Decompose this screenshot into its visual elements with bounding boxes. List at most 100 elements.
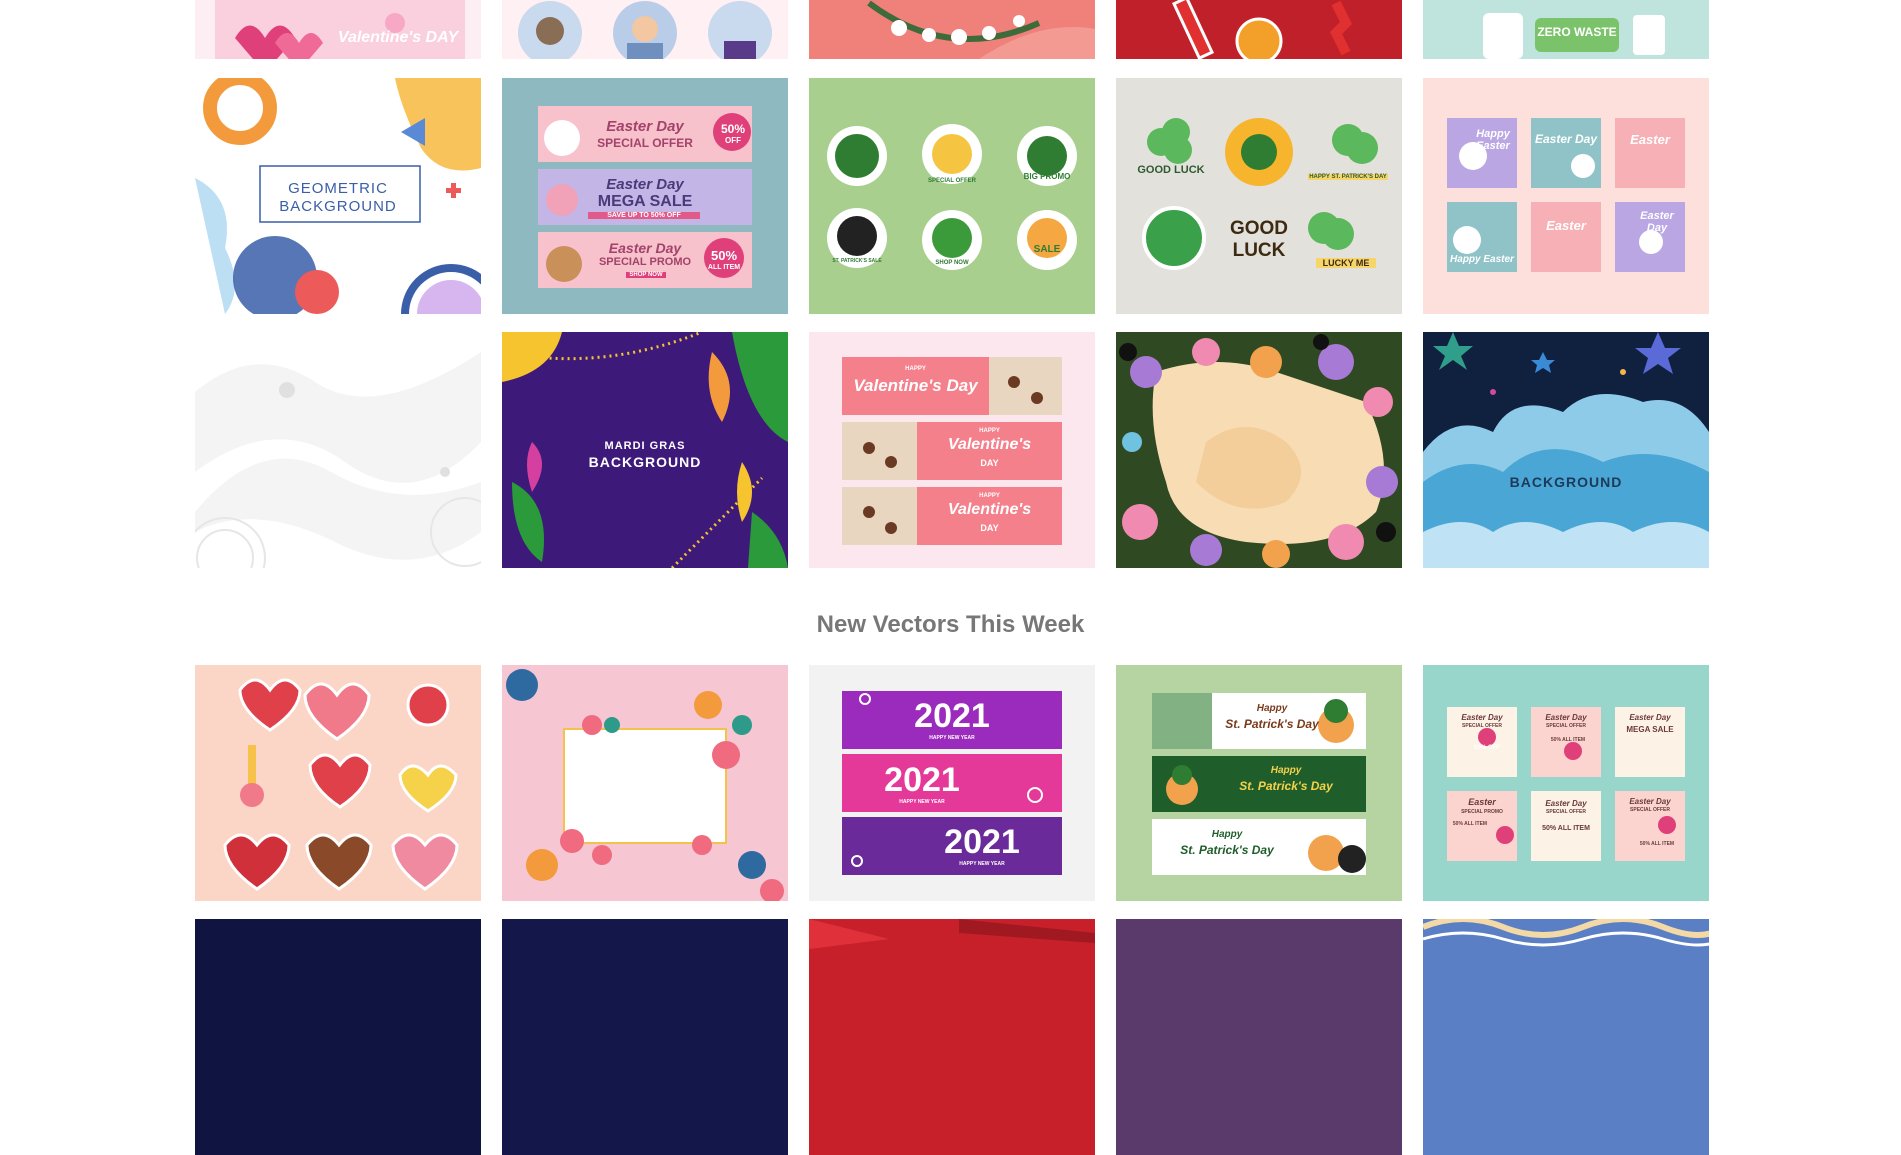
valentine-banner3-small: HAPPY (979, 493, 1000, 499)
chinese-new-year-illustration (1171, 0, 1353, 59)
easter-banner2-title: Easter Day (606, 176, 684, 193)
valentine-banner3-title: Valentine's (947, 501, 1032, 518)
easter-sale-4-title: Easter (1468, 797, 1496, 807)
tile-navy-dark[interactable] (195, 919, 481, 1155)
easter-sale-1-sub: SPECIAL OFFER (1462, 723, 1502, 729)
tile-new-year-2021[interactable]: 2021 HAPPY NEW YEAR 2021 HAPPY NEW YEAR … (809, 665, 1095, 901)
top-row-grid: Valentine's DAY ZERO WASTE (195, 0, 1709, 59)
tile-heart-stickers[interactable] (195, 665, 481, 901)
tile-white-waves[interactable] (195, 332, 481, 568)
easter-banner3-badge-sub: ALL ITEM (707, 264, 741, 271)
easter-sale-2-sub: SPECIAL OFFER (1546, 723, 1586, 729)
new-year-1-year: 2021 (914, 697, 990, 735)
patrick-badge-2: SPECIAL OFFER (928, 178, 976, 184)
floral-frame-illustration (506, 669, 784, 901)
tile-floral-frame-pink[interactable] (502, 665, 788, 901)
easter-post-2: Easter Day (1534, 132, 1598, 146)
floral-coral-illustration (867, 0, 1095, 59)
easter-post-6: Easter Day (1640, 210, 1674, 234)
mardi-gras-line2: BACKGROUND (588, 454, 702, 470)
heart-stickers-illustration (223, 678, 459, 891)
row2-grid: GEOMETRIC BACKGROUND Easter Day SPECIAL … (195, 78, 1709, 314)
tile-avatar-set[interactable] (502, 0, 788, 59)
easter-sale-1-title: Easter Day (1461, 713, 1503, 722)
zero-waste-label: ZERO WASTE (1537, 25, 1617, 39)
good-luck-c: HAPPY ST. PATRICK'S DAY (1308, 174, 1388, 180)
patrick-banner1-small: Happy (1256, 703, 1288, 714)
tile-valentine-banners[interactable]: HAPPY Valentine's Day HAPPY Valentine's … (809, 332, 1095, 568)
tile-sky-background[interactable]: BACKGROUND (1423, 332, 1709, 568)
easter-sale-4-sub: SPECIAL PROMO (1461, 809, 1503, 815)
easter-banner2-note: SAVE UP TO 50% OFF (588, 212, 700, 219)
mardi-gras-line1: MARDI GRAS (604, 440, 686, 452)
patrick-banner3-small: Happy (1211, 829, 1243, 840)
patrick-banner3-title: St. Patrick's Day (1180, 843, 1274, 857)
easter-post-4: Happy Easter (1450, 254, 1514, 265)
easter-banner3-button: SHOP NOW (626, 272, 666, 278)
easter-post-5: Easter (1546, 218, 1586, 233)
easter-sale-5-badge: 50% ALL ITEM (1542, 825, 1590, 832)
good-luck-b: GOOD LUCK (1229, 218, 1289, 261)
easter-post-1: Happy Easter (1476, 128, 1510, 152)
flower-frame-illustration (1119, 334, 1398, 568)
new-year-2-year: 2021 (884, 761, 960, 799)
tile-zero-waste[interactable]: ZERO WASTE (1423, 0, 1709, 59)
easter-banner2-sub: MEGA SALE (597, 193, 693, 210)
stpatricks-badges-illustration (827, 124, 1077, 270)
tile-chinese-new-year[interactable] (1116, 0, 1402, 59)
easter-sale-2-title: Easter Day (1545, 713, 1587, 722)
tile-geometric-background[interactable]: GEOMETRIC BACKGROUND (195, 78, 481, 314)
patrick-badge-3: BIG PROMO (1023, 172, 1071, 181)
easter-sale-6-title: Easter Day (1629, 797, 1671, 806)
tile-good-luck-stickers[interactable]: GOOD LUCK GOOD LUCK HAPPY ST. PATRICK'S … (1116, 78, 1402, 314)
tile-easter-banners[interactable]: Easter Day SPECIAL OFFER 50% OFF Easter … (502, 78, 788, 314)
red-pattern-illustration (809, 919, 1095, 949)
valentines-title: Valentine's DAY (337, 29, 459, 46)
easter-sale-5-sub: SPECIAL OFFER (1546, 809, 1586, 815)
valentine-banner1-title: Valentine's Day (853, 376, 978, 395)
tile-red-pattern[interactable] (809, 919, 1095, 1155)
easter-sale-5-title: Easter Day (1545, 799, 1587, 808)
easter-sale-3-title: Easter Day (1629, 713, 1671, 722)
blue-swirl-illustration (1423, 919, 1709, 947)
good-luck-illustration (1142, 118, 1378, 270)
tile-flower-frame[interactable] (1116, 332, 1402, 568)
new-vectors-grid: 2021 HAPPY NEW YEAR 2021 HAPPY NEW YEAR … (195, 665, 1709, 901)
tile-blue-swirl[interactable] (1423, 919, 1709, 1155)
tile-easter-posts[interactable]: Happy Easter Easter Day Easter Happy Eas… (1423, 78, 1709, 314)
sky-title: BACKGROUND (1509, 474, 1623, 490)
easter-sale-1-badge: 50% OFF (1474, 745, 1500, 751)
easter-sale-posts-frame (1447, 707, 1685, 861)
tile-floral-coral[interactable] (809, 0, 1095, 59)
tile-valentines-hearts[interactable]: Valentine's DAY (195, 0, 481, 59)
easter-sale-3-sub: MEGA SALE (1626, 725, 1674, 734)
easter-posts-illustration (1447, 118, 1685, 272)
geometric-line1: GEOMETRIC (288, 180, 388, 197)
valentine-banner2-title: Valentine's (947, 436, 1032, 453)
new-year-3-sub: HAPPY NEW YEAR (959, 861, 1005, 867)
patrick-banner2-title: St. Patrick's Day (1239, 779, 1333, 793)
valentine-banner2-day: DAY (980, 458, 999, 468)
tile-easter-sale-posts[interactable]: Easter Day SPECIAL OFFER 50% OFF Easter … (1423, 665, 1709, 901)
tile-stpatricks-badges[interactable]: SALE SPECIAL OFFER BIG PROMO ST. PATRICK… (809, 78, 1095, 314)
tile-purple-muted[interactable] (1116, 919, 1402, 1155)
easter-sale-6-badge: 50% ALL ITEM (1639, 841, 1675, 847)
easter-sale-4-badge: 50% ALL ITEM (1452, 821, 1488, 827)
new-year-2-sub: HAPPY NEW YEAR (899, 799, 945, 805)
easter-post-3: Easter (1630, 132, 1670, 147)
good-luck-a: GOOD LUCK (1137, 164, 1205, 176)
patrick-banner1-title: St. Patrick's Day (1225, 717, 1319, 731)
patrick-badge-4: ST. PATRICK'S SALE (832, 258, 882, 264)
valentine-banner1-small: HAPPY (905, 366, 926, 372)
white-waves-illustration (195, 332, 481, 568)
easter-sale-2-badge: 50% ALL ITEM (1550, 737, 1586, 743)
patrick-badge-6: SALE (1033, 244, 1061, 255)
row3-grid: MARDI GRAS BACKGROUND HAPPY Valentine's … (195, 332, 1709, 568)
valentine-banner3-day: DAY (980, 523, 999, 533)
bottom-row-grid (195, 919, 1709, 1155)
easter-banner1-badge: 50% (720, 122, 746, 136)
tile-navy-dark-2[interactable] (502, 919, 788, 1155)
geometric-line2: BACKGROUND (279, 198, 397, 215)
tile-stpatrick-banners[interactable]: Happy St. Patrick's Day Happy St. Patric… (1116, 665, 1402, 901)
tile-mardi-gras[interactable]: MARDI GRAS BACKGROUND (502, 332, 788, 568)
